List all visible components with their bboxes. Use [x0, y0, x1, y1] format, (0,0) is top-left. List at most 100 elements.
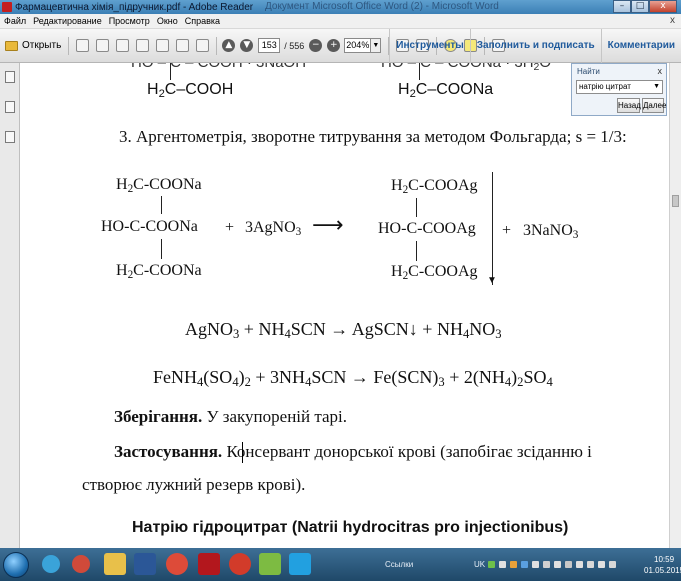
zoom-in-button[interactable]: +	[327, 39, 341, 52]
create-pdf-icon[interactable]	[76, 39, 90, 52]
plus-sign: +	[502, 222, 512, 239]
minimize-button[interactable]: –	[613, 0, 631, 13]
product-line-2: HO-C-COOAg	[378, 220, 476, 237]
tray-icon[interactable]	[488, 561, 495, 568]
explorer-icon[interactable]	[72, 555, 90, 573]
export-icon[interactable]	[96, 39, 110, 52]
plus-sign: +	[225, 219, 235, 236]
background-window-title: Документ Microsoft Office Word (2) - Mic…	[265, 1, 499, 12]
folder-taskbar-icon[interactable]	[104, 553, 126, 575]
scroll-thumb[interactable]	[672, 195, 679, 207]
media-icon[interactable]	[259, 553, 281, 575]
clock-time: 10:59	[654, 555, 675, 564]
menu-view[interactable]: Просмотр	[109, 16, 150, 26]
zoom-input[interactable]: 204%	[344, 38, 372, 53]
precipitate-arrow-head: ▼	[487, 275, 497, 286]
usage-text-line-2: створює лужний резерв крові).	[82, 475, 306, 494]
tab-fill-sign[interactable]: Заполнить и подписать	[469, 29, 601, 63]
zoom-dropdown-icon[interactable]: ▼	[371, 38, 382, 53]
system-tray	[488, 561, 620, 568]
word-icon[interactable]	[134, 553, 156, 575]
language-indicator[interactable]: UK	[474, 560, 485, 569]
bond-line	[416, 198, 417, 217]
window-controls: – □ x	[613, 0, 677, 13]
tray-icon[interactable]	[554, 561, 561, 568]
toolbar: Открыть ▲ ▼ 153 / 556 − + 204% ▼ Инструм…	[0, 29, 681, 63]
cloud-icon[interactable]	[136, 39, 150, 52]
attachments-icon[interactable]	[5, 131, 15, 143]
find-back-button[interactable]: Назад	[617, 98, 641, 113]
print-icon[interactable]	[176, 39, 190, 52]
usage-paragraph: Застосування. Консервант донорської кров…	[114, 442, 592, 462]
precipitate-arrow	[492, 172, 493, 285]
email-icon[interactable]	[196, 39, 210, 52]
close-button[interactable]: x	[649, 0, 677, 13]
find-close-button[interactable]: x	[658, 66, 663, 76]
tray-icon[interactable]	[576, 561, 583, 568]
partial-top-left: HO – C – COOH · 3NaOH	[131, 63, 306, 71]
find-dropdown-icon[interactable]: ▼	[653, 81, 660, 93]
menu-file[interactable]: Файл	[4, 16, 26, 26]
product-line-3: H2C-COOAg	[391, 263, 478, 282]
find-query: натрію цитрат	[579, 82, 631, 91]
page-thumbnails-icon[interactable]	[5, 71, 15, 83]
title-bar: Фармацевтична хімія_підручник.pdf - Adob…	[0, 0, 681, 14]
product-line-1: H2C-COOAg	[391, 177, 478, 196]
right-panel-tabs: Инструменты Заполнить и подписать Коммен…	[389, 29, 681, 63]
find-next-button[interactable]: Далее	[642, 98, 666, 113]
reaction-arrow: ⟶	[312, 213, 344, 238]
tray-icon[interactable]	[510, 561, 517, 568]
document-close-button[interactable]: x	[670, 15, 675, 26]
toolbar-separator	[68, 36, 70, 55]
previous-page-button[interactable]: ▲	[222, 39, 236, 52]
document-page: HO – C – COOH · 3NaOH HO – C – COONa · 3…	[21, 63, 669, 548]
tray-icon[interactable]	[565, 561, 572, 568]
clock[interactable]: 10:59 01.05.2015	[644, 554, 681, 576]
tray-icon[interactable]	[587, 561, 594, 568]
tray-icon[interactable]	[499, 561, 506, 568]
volume-icon[interactable]	[609, 561, 616, 568]
chrome-icon[interactable]	[166, 553, 188, 575]
partial-top-right: HO – C – COONa · 3H2O	[381, 63, 551, 73]
tray-icon[interactable]	[521, 561, 528, 568]
find-input[interactable]: натрію цитрат ▼	[576, 80, 663, 94]
zoom-out-button[interactable]: −	[309, 39, 323, 52]
start-button[interactable]	[3, 551, 29, 578]
reagent-formula: 3AgNO3	[245, 219, 302, 238]
usage-text: Консервант донорської крові (запобігає з…	[222, 442, 592, 461]
tab-comments[interactable]: Комментарии	[600, 29, 681, 63]
next-page-button[interactable]: ▼	[240, 39, 254, 52]
page-number-input[interactable]: 153	[258, 38, 281, 53]
bond-line	[416, 241, 417, 261]
bond-line	[419, 63, 420, 80]
menu-bar: Файл Редактирование Просмотр Окно Справк…	[0, 14, 681, 29]
menu-edit[interactable]: Редактирование	[33, 16, 102, 26]
menu-help[interactable]: Справка	[185, 16, 220, 26]
opera-icon[interactable]	[229, 553, 251, 575]
skype-taskbar-icon[interactable]	[289, 553, 311, 575]
vertical-scrollbar[interactable]	[669, 63, 681, 548]
bookmarks-icon[interactable]	[5, 101, 15, 113]
tray-icon[interactable]	[532, 561, 539, 568]
text-cursor	[242, 442, 243, 463]
tray-icon[interactable]	[543, 561, 550, 568]
taskbar-links-label[interactable]: Ссылки	[385, 560, 413, 569]
page-total: / 556	[284, 40, 305, 51]
menu-window[interactable]: Окно	[157, 16, 178, 26]
acrobat-icon[interactable]	[198, 553, 220, 575]
bond-line	[170, 63, 171, 80]
skype-icon[interactable]	[42, 555, 60, 573]
maximize-button[interactable]: □	[631, 0, 649, 13]
bond-line	[161, 239, 162, 259]
edit-icon[interactable]	[116, 39, 130, 52]
window-title: Фармацевтична хімія_підручник.pdf - Adob…	[15, 1, 254, 13]
usage-label: Застосування.	[114, 442, 223, 461]
open-button-label: Открыть	[22, 40, 62, 51]
find-title: Найти	[577, 67, 600, 76]
method-line: 3. Аргентометрія, зворотне титрування за…	[119, 127, 627, 146]
open-button[interactable]: Открыть	[5, 40, 61, 51]
section-heading: Натрію гідроцитрат (Natrii hydrocitras p…	[132, 519, 569, 536]
save-icon[interactable]	[156, 39, 170, 52]
tray-icon[interactable]	[598, 561, 605, 568]
tab-tools[interactable]: Инструменты	[389, 29, 470, 63]
